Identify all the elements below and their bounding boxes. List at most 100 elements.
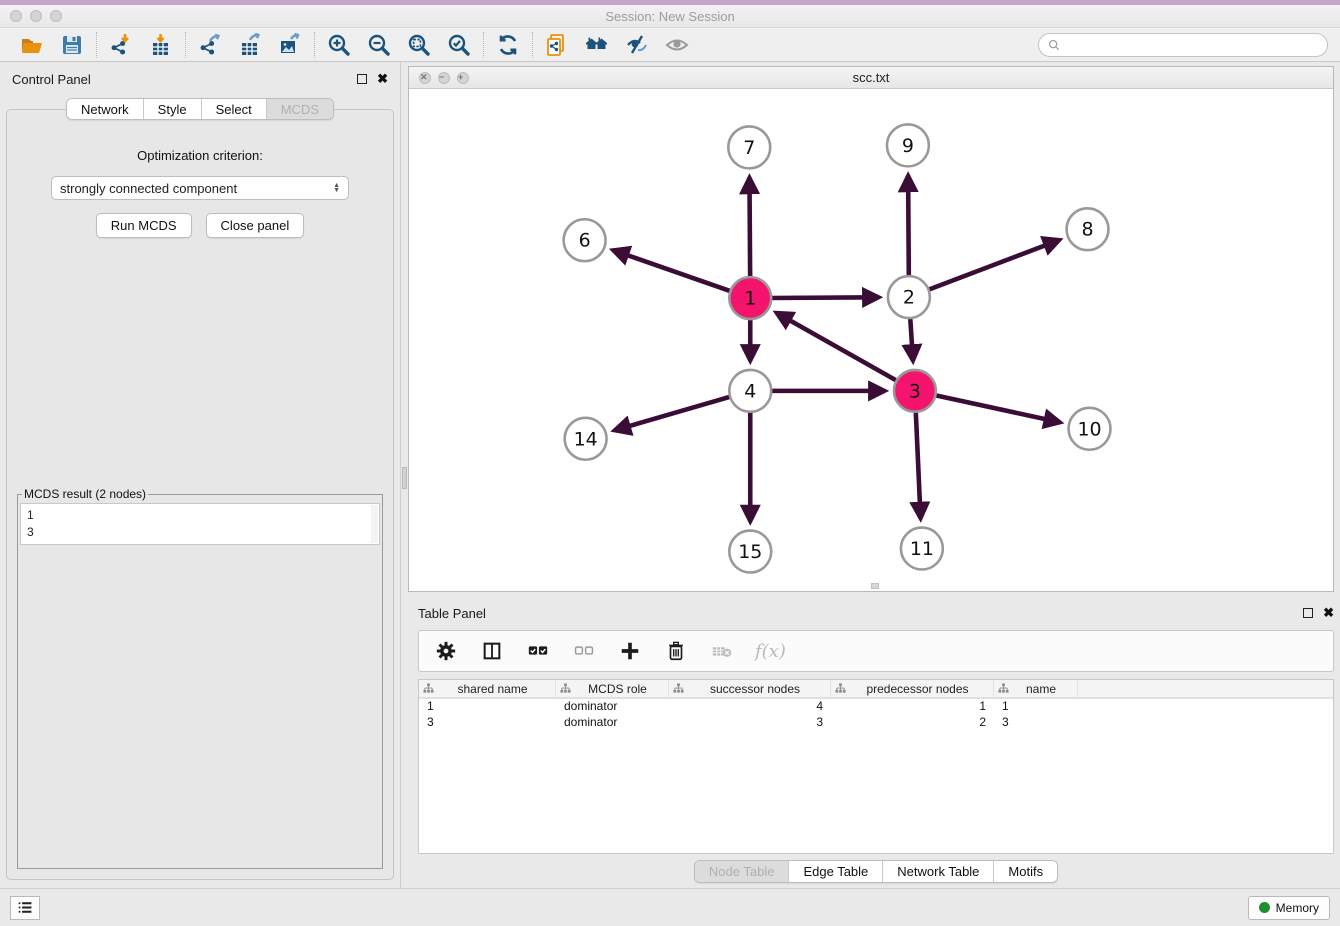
column-layout-icon[interactable]: [479, 638, 505, 664]
search-input[interactable]: [1065, 38, 1318, 52]
close-panel-button[interactable]: Close panel: [206, 213, 305, 238]
table-cell[interactable]: 3: [669, 715, 831, 731]
table-tabs: Node TableEdge TableNetwork TableMotifs: [694, 860, 1058, 883]
graph-node-7[interactable]: 7: [728, 126, 770, 168]
graph-node-6[interactable]: 6: [564, 219, 606, 261]
column-header-successor-nodes[interactable]: successor nodes: [669, 680, 831, 697]
graph-edge-4-14[interactable]: [614, 396, 732, 430]
table-cell[interactable]: 4: [669, 699, 831, 715]
tab-style[interactable]: Style: [144, 99, 202, 119]
zoom-in-icon[interactable]: [326, 32, 352, 58]
table-cell[interactable]: 3: [419, 715, 556, 731]
column-header-name[interactable]: name: [994, 680, 1078, 697]
clone-network-icon[interactable]: [544, 32, 570, 58]
function-fx-icon[interactable]: f(x): [755, 641, 786, 662]
graph-node-8[interactable]: 8: [1067, 208, 1109, 250]
delete-trash-icon[interactable]: [663, 638, 689, 664]
open-file-icon[interactable]: [19, 32, 45, 58]
result-scrollbar[interactable]: [371, 505, 378, 543]
tab-select[interactable]: Select: [202, 99, 267, 119]
graph-edge-2-9[interactable]: [908, 175, 909, 278]
export-image-icon[interactable]: [277, 32, 303, 58]
export-table-icon[interactable]: [237, 32, 263, 58]
zoom-fit-icon[interactable]: [406, 32, 432, 58]
tab-mcds[interactable]: MCDS: [267, 99, 333, 119]
float-panel-icon[interactable]: [357, 74, 367, 84]
splitter-grip-handle[interactable]: [402, 467, 407, 489]
zoom-out-icon[interactable]: [366, 32, 392, 58]
select-all-checked-icon[interactable]: [525, 638, 551, 664]
graph-edge-1-2[interactable]: [769, 297, 879, 298]
graph-node-3[interactable]: 3: [894, 370, 936, 412]
table-cell[interactable]: 1: [994, 699, 1078, 715]
table-toolbar: f(x): [418, 630, 1334, 672]
import-network-icon[interactable]: [108, 32, 134, 58]
network-scroll-grip[interactable]: [871, 583, 879, 589]
graph-node-14[interactable]: 14: [565, 418, 607, 460]
import-table-icon[interactable]: [148, 32, 174, 58]
graph-edge-3-1[interactable]: [776, 313, 898, 382]
table-cell[interactable]: dominator: [556, 715, 669, 731]
network-graph-canvas[interactable]: 7 9 6 8 1 2 4 3 14 10 15 11: [409, 89, 1333, 591]
table-row[interactable]: 3dominator323: [419, 715, 1333, 731]
table-cell[interactable]: 1: [831, 699, 994, 715]
criterion-dropdown[interactable]: strongly connected component ▲▼: [51, 176, 349, 200]
table-tab-motifs[interactable]: Motifs: [994, 861, 1057, 882]
graph-edge-2-8[interactable]: [927, 240, 1060, 290]
close-table-panel-icon[interactable]: ✖: [1323, 608, 1334, 618]
delete-table-column-icon[interactable]: [709, 638, 735, 664]
refresh-layout-icon[interactable]: [495, 32, 521, 58]
table-cell[interactable]: dominator: [556, 699, 669, 715]
save-session-icon[interactable]: [59, 32, 85, 58]
graph-node-15[interactable]: 15: [729, 531, 771, 573]
zoom-selected-icon[interactable]: [446, 32, 472, 58]
graph-edge-1-6[interactable]: [613, 250, 733, 292]
panel-splitter[interactable]: [400, 62, 408, 888]
column-header-predecessor-nodes[interactable]: predecessor nodes: [831, 680, 994, 697]
show-hide-eye-icon[interactable]: [664, 32, 690, 58]
table-cell[interactable]: 3: [994, 715, 1078, 731]
svg-text:3: 3: [909, 380, 921, 402]
column-header-label: successor nodes: [684, 682, 826, 696]
close-panel-icon[interactable]: ✖: [377, 74, 388, 84]
run-mcds-button[interactable]: Run MCDS: [96, 213, 192, 238]
mcds-result-list[interactable]: 13: [20, 503, 380, 545]
column-header-MCDS-role[interactable]: MCDS role: [556, 680, 669, 697]
export-network-icon[interactable]: [197, 32, 223, 58]
table-cell[interactable]: 2: [831, 715, 994, 731]
search-box[interactable]: [1038, 33, 1328, 57]
grid-view-mode-button[interactable]: [10, 896, 40, 920]
table-tab-network-table[interactable]: Network Table: [883, 861, 994, 882]
memory-button[interactable]: Memory: [1248, 896, 1330, 920]
column-header-shared-name[interactable]: shared name: [419, 680, 556, 697]
graph-node-4[interactable]: 4: [729, 370, 771, 412]
mcds-result-lines: 13: [27, 507, 373, 541]
add-column-plus-icon[interactable]: [617, 638, 643, 664]
svg-text:4: 4: [744, 380, 756, 402]
table-row[interactable]: 1dominator411: [419, 699, 1333, 715]
app-titlebar: Session: New Session: [0, 5, 1340, 28]
table-cell[interactable]: 1: [419, 699, 556, 715]
float-table-panel-icon[interactable]: [1303, 608, 1313, 618]
graph-node-10[interactable]: 10: [1069, 408, 1111, 450]
graph-edge-1-7[interactable]: [749, 177, 750, 279]
deselect-all-unchecked-icon[interactable]: [571, 638, 597, 664]
node-table: shared nameMCDS role successor nodes prede…: [418, 679, 1334, 854]
tab-network[interactable]: Network: [67, 99, 144, 119]
graph-edge-2-3[interactable]: [910, 316, 913, 361]
graph-edge-3-11[interactable]: [916, 410, 921, 519]
toggle-graphics-details-icon[interactable]: [624, 32, 650, 58]
table-tab-edge-table[interactable]: Edge Table: [789, 861, 883, 882]
graph-node-9[interactable]: 9: [887, 124, 929, 166]
table-tab-node-table[interactable]: Node Table: [695, 861, 790, 882]
graph-node-1[interactable]: 1: [729, 277, 771, 319]
graph-edge-3-10[interactable]: [933, 395, 1060, 423]
svg-text:14: 14: [574, 428, 598, 450]
table-panel-title: Table Panel: [418, 606, 486, 621]
toolbar-group: [8, 32, 96, 58]
settings-gear-icon[interactable]: [433, 638, 459, 664]
control-panel-title: Control Panel: [12, 72, 91, 87]
graph-node-2[interactable]: 2: [888, 276, 930, 318]
cyndex-home-icon[interactable]: [584, 32, 610, 58]
graph-node-11[interactable]: 11: [901, 528, 943, 570]
